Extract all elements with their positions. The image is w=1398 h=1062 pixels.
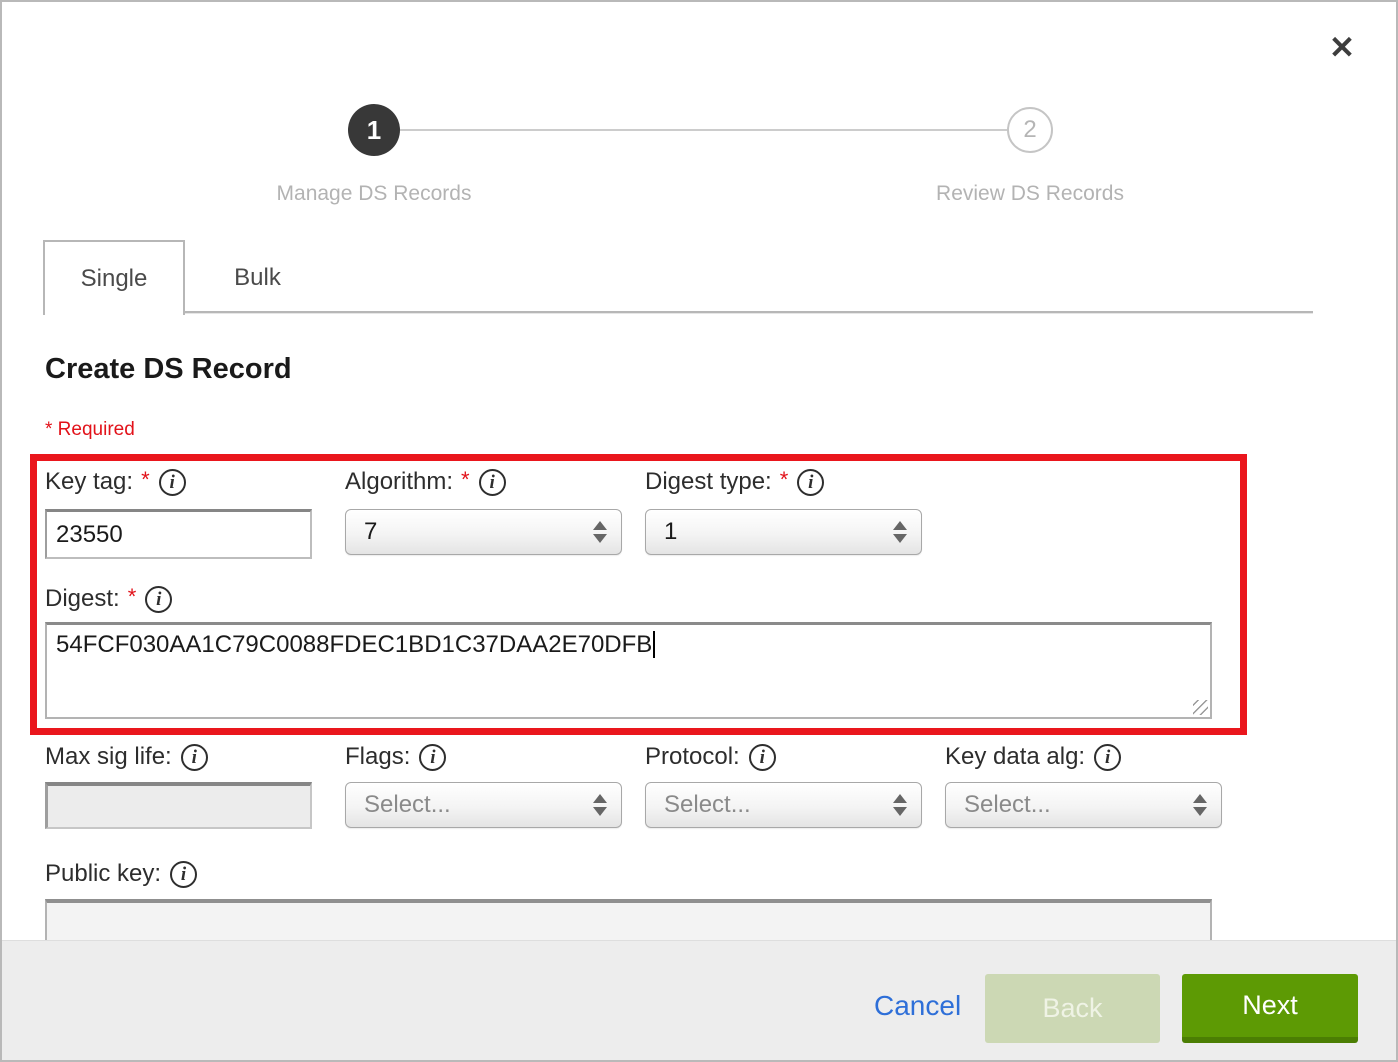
- key-tag-label-row: Key tag: * i: [45, 468, 186, 496]
- public-key-textarea[interactable]: [45, 899, 1212, 940]
- stepper-connector-line: [400, 129, 1008, 131]
- close-icon[interactable]: ✕: [1320, 26, 1364, 70]
- key-tag-label: Key tag:: [45, 468, 133, 496]
- public-key-label: Public key:: [45, 860, 161, 888]
- info-icon[interactable]: i: [159, 469, 186, 496]
- key-data-alg-select[interactable]: Select...: [945, 782, 1222, 828]
- select-stepper-arrows-icon: [1193, 794, 1207, 816]
- protocol-select[interactable]: Select...: [645, 782, 922, 828]
- digest-type-select-value: 1: [646, 518, 893, 546]
- tab-bulk[interactable]: Bulk: [185, 240, 330, 315]
- required-asterisk: *: [141, 467, 150, 493]
- algorithm-select[interactable]: 7: [345, 509, 622, 555]
- flags-label-row: Flags: i: [345, 743, 446, 771]
- cancel-button[interactable]: Cancel: [874, 990, 961, 1022]
- select-stepper-arrows-icon: [893, 794, 907, 816]
- page-title: Create DS Record: [45, 353, 292, 386]
- info-icon[interactable]: i: [749, 744, 776, 771]
- digest-type-select[interactable]: 1: [645, 509, 922, 555]
- key-data-alg-label-row: Key data alg: i: [945, 743, 1121, 771]
- info-icon-glyph: i: [169, 473, 174, 492]
- info-icon-glyph: i: [808, 473, 813, 492]
- algorithm-label-row: Algorithm: * i: [345, 468, 506, 496]
- stepper-step-1-circle: 1: [348, 104, 400, 156]
- create-ds-record-modal: ✕ 1 2 Manage DS Records Review DS Record…: [0, 0, 1398, 1062]
- algorithm-label: Algorithm:: [345, 468, 453, 496]
- protocol-select-value: Select...: [646, 791, 893, 819]
- stepper-step-1-label: Manage DS Records: [224, 182, 524, 206]
- digest-type-label-row: Digest type: * i: [645, 468, 824, 496]
- required-asterisk: *: [780, 467, 789, 493]
- algorithm-select-value: 7: [346, 518, 593, 546]
- key-tag-input[interactable]: [45, 509, 312, 559]
- info-icon[interactable]: i: [479, 469, 506, 496]
- max-sig-life-input[interactable]: [45, 782, 312, 829]
- info-icon-glyph: i: [430, 748, 435, 767]
- text-cursor: [653, 631, 655, 658]
- info-icon[interactable]: i: [419, 744, 446, 771]
- select-stepper-arrows-icon: [593, 521, 607, 543]
- digest-textarea-value: 54FCF030AA1C79C0088FDEC1BD1C37DAA2E70DFB: [56, 631, 652, 658]
- required-asterisk: *: [461, 467, 470, 493]
- info-icon-glyph: i: [156, 590, 161, 609]
- required-note: * Required: [45, 419, 135, 441]
- stepper-step-2-label: Review DS Records: [880, 182, 1180, 206]
- info-icon[interactable]: i: [170, 861, 197, 888]
- next-button[interactable]: Next: [1182, 974, 1358, 1043]
- protocol-label-row: Protocol: i: [645, 743, 776, 771]
- info-icon-glyph: i: [181, 865, 186, 884]
- max-sig-life-label-row: Max sig life: i: [45, 743, 208, 771]
- tab-bottom-border: [185, 311, 1313, 313]
- info-icon[interactable]: i: [797, 469, 824, 496]
- public-key-label-row: Public key: i: [45, 860, 197, 888]
- info-icon-glyph: i: [192, 748, 197, 767]
- back-button[interactable]: Back: [985, 974, 1160, 1043]
- info-icon-glyph: i: [489, 473, 494, 492]
- protocol-label: Protocol:: [645, 743, 740, 771]
- key-data-alg-label: Key data alg:: [945, 743, 1085, 771]
- flags-label: Flags:: [345, 743, 410, 771]
- select-stepper-arrows-icon: [593, 794, 607, 816]
- digest-label: Digest:: [45, 585, 120, 613]
- digest-label-row: Digest: * i: [45, 585, 172, 613]
- info-icon[interactable]: i: [1094, 744, 1121, 771]
- info-icon[interactable]: i: [145, 586, 172, 613]
- info-icon-glyph: i: [760, 748, 765, 767]
- info-icon-glyph: i: [1105, 748, 1110, 767]
- digest-type-label: Digest type:: [645, 468, 772, 496]
- tab-single[interactable]: Single: [43, 240, 185, 315]
- select-stepper-arrows-icon: [893, 521, 907, 543]
- flags-select-value: Select...: [346, 791, 593, 819]
- key-data-alg-select-value: Select...: [946, 791, 1193, 819]
- required-asterisk: *: [128, 584, 137, 610]
- flags-select[interactable]: Select...: [345, 782, 622, 828]
- digest-textarea[interactable]: 54FCF030AA1C79C0088FDEC1BD1C37DAA2E70DFB: [45, 622, 1212, 719]
- resize-handle[interactable]: [1193, 700, 1208, 715]
- max-sig-life-label: Max sig life:: [45, 743, 172, 771]
- stepper-step-2-circle: 2: [1007, 107, 1053, 153]
- info-icon[interactable]: i: [181, 744, 208, 771]
